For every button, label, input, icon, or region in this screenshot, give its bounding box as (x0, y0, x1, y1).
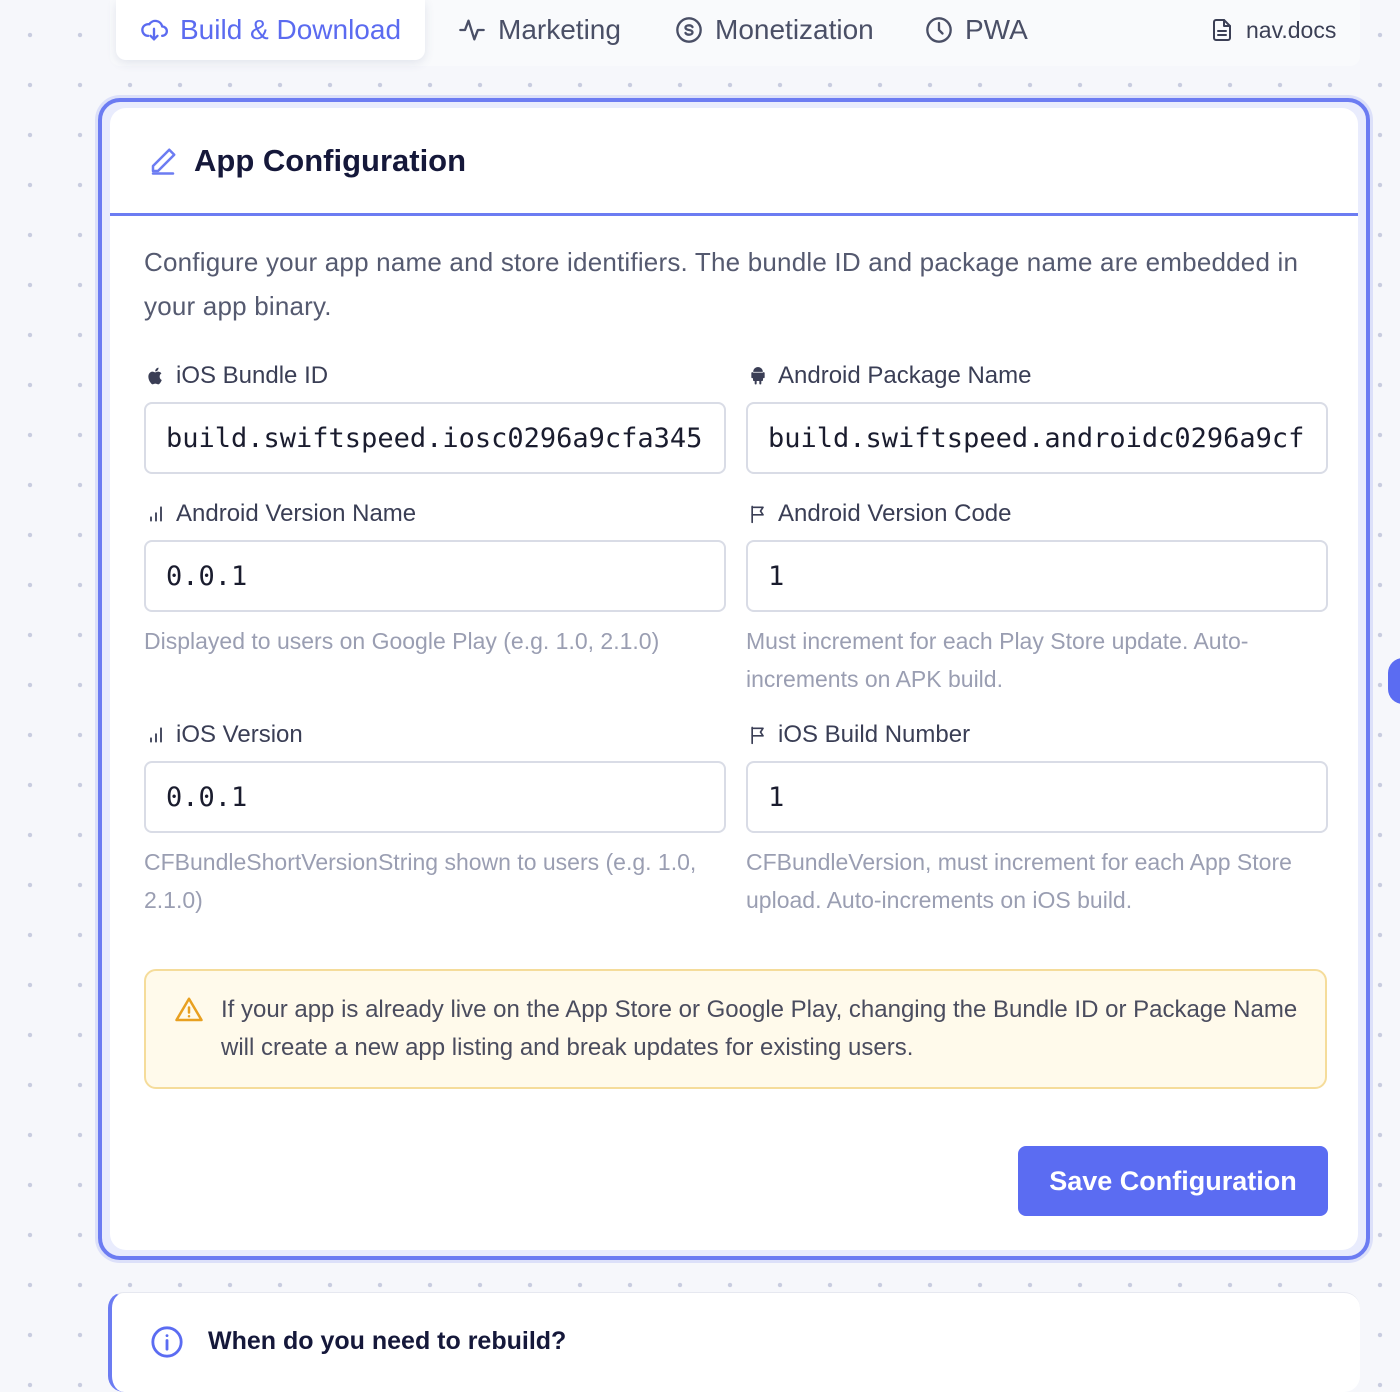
android-version-name-input[interactable] (144, 540, 726, 612)
warning-text: If your app is already live on the App S… (221, 996, 1298, 1061)
dollar-circle-icon (676, 17, 702, 43)
flag-icon (751, 726, 764, 745)
cloud-download-icon (141, 19, 168, 41)
android-version-code-input[interactable] (746, 540, 1328, 612)
ios-bundle-id-label: iOS Bundle ID (146, 362, 328, 390)
flag-icon (751, 505, 764, 524)
ios-version-hint: CFBundleShortVersionString shown to user… (144, 849, 697, 913)
ios-version-label: iOS Version (146, 721, 303, 749)
page-title: App Configuration (194, 142, 467, 178)
top-tab-bar: Build & Download Marketing Monetization … (110, 0, 1360, 66)
warning-alert: If your app is already live on the App S… (144, 969, 1327, 1089)
android-icon (751, 367, 765, 385)
ios-version-input[interactable] (144, 761, 726, 833)
android-package-name-label: Android Package Name (748, 362, 1031, 390)
activity-icon (459, 19, 485, 41)
tab-label: Build & Download (180, 14, 402, 45)
android-package-name-input[interactable] (746, 402, 1328, 474)
signal-bars-icon (150, 506, 162, 522)
ios-build-number-input[interactable] (746, 761, 1328, 833)
tab-build-download[interactable]: Build & Download (116, 0, 426, 60)
android-version-name-hint: Displayed to users on Google Play (e.g. … (144, 628, 660, 654)
warning-triangle-icon (175, 997, 203, 1022)
tab-label: Monetization (715, 14, 874, 45)
tab-label: Marketing (498, 14, 621, 45)
tab-pwa[interactable]: PWA (925, 0, 1028, 60)
info-circle-icon (151, 1326, 183, 1358)
rebuild-title: When do you need to rebuild? (208, 1327, 567, 1355)
apple-icon (148, 367, 162, 385)
tab-monetization[interactable]: Monetization (675, 0, 874, 60)
docs-link[interactable]: nav.docs (1210, 0, 1336, 60)
floating-side-handle[interactable] (1388, 658, 1400, 704)
android-version-name-label: Android Version Name (146, 500, 416, 528)
ios-bundle-id-input[interactable] (144, 402, 726, 474)
app-configuration-card: App Configuration Configure your app nam… (110, 108, 1358, 1250)
clock-icon (926, 17, 952, 43)
tab-label: PWA (965, 14, 1028, 45)
save-configuration-button[interactable]: Save Configuration (1018, 1146, 1328, 1216)
android-version-code-label: Android Version Code (748, 500, 1011, 528)
document-icon (1213, 19, 1231, 41)
rebuild-info-card[interactable]: When do you need to rebuild? (108, 1292, 1360, 1392)
config-description: Configure your app name and store identi… (144, 247, 1299, 321)
pencil-icon (151, 148, 176, 175)
docs-link-label: nav.docs (1246, 16, 1337, 43)
android-version-code-hint: Must increment for each Play Store updat… (746, 628, 1249, 692)
ios-build-number-hint: CFBundleVersion, must increment for each… (746, 849, 1292, 913)
ios-build-number-label: iOS Build Number (748, 721, 970, 749)
tab-marketing[interactable]: Marketing (458, 0, 621, 60)
card-header: App Configuration (110, 108, 1358, 216)
signal-bars-icon (150, 727, 162, 743)
app-configuration-card-frame: App Configuration Configure your app nam… (98, 98, 1370, 1260)
